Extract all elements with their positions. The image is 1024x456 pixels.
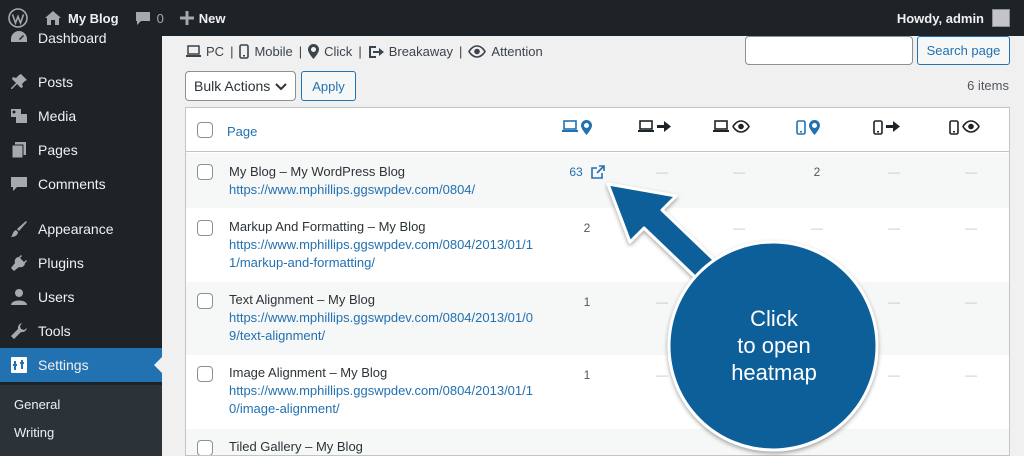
table-header: Page — [186, 108, 1009, 152]
sidebar-item-dashboard[interactable]: Dashboard — [0, 21, 162, 55]
pc-breakaway-icon[interactable] — [624, 120, 684, 133]
admin-sidebar: Dashboard Posts Media Pages Comments App… — [0, 30, 162, 456]
mobile-breakaway-icon[interactable] — [856, 120, 916, 135]
sidebar-item-comments[interactable]: Comments — [0, 167, 162, 201]
page-url-link[interactable]: https://www.mphillips.ggswpdev.com/0804/… — [229, 309, 539, 345]
filter-breakaway[interactable]: Breakaway — [368, 44, 453, 59]
sidebar-item-media[interactable]: Media — [0, 99, 162, 133]
device-filter-bar: PC | Mobile | Click | Breakaway | Attent… — [186, 44, 543, 59]
filter-pc[interactable]: PC — [186, 44, 224, 59]
settings-icon — [0, 356, 38, 374]
sidebar-item-pages[interactable]: Pages — [0, 133, 162, 167]
sidebar-item-settings[interactable]: Settings — [0, 348, 162, 382]
filter-click[interactable]: Click — [308, 44, 352, 59]
select-all-checkbox[interactable] — [197, 122, 213, 138]
table-row: Tiled Gallery – My Blog — [186, 429, 1009, 455]
page-url-link[interactable]: https://www.mphillips.ggswpdev.com/0804/… — [229, 236, 539, 272]
search-page-button[interactable]: Search page — [917, 36, 1010, 65]
plug-icon — [0, 254, 38, 272]
table-row: Text Alignment – My Blog https://www.mph… — [186, 282, 1009, 355]
open-heatmap-link[interactable]: 63 — [557, 165, 617, 179]
pc-attention-icon[interactable] — [701, 120, 761, 133]
main-content: PC | Mobile | Click | Breakaway | Attent… — [162, 36, 1024, 456]
table-row: Image Alignment – My Blog https://www.mp… — [186, 355, 1009, 429]
sidebar-item-tools[interactable]: Tools — [0, 314, 162, 348]
howdy-text: Howdy, admin — [896, 10, 984, 26]
sidebar-item-posts[interactable]: Posts — [0, 65, 162, 99]
row-checkbox[interactable] — [197, 366, 213, 382]
eye-icon — [468, 45, 487, 58]
laptop-icon — [186, 45, 201, 57]
submenu-item-writing[interactable]: Writing — [14, 425, 54, 440]
sidebar-item-label: Posts — [38, 74, 74, 90]
apply-button[interactable]: Apply — [301, 71, 356, 101]
page-column-header[interactable]: Page — [227, 124, 257, 139]
sidebar-item-label: Users — [38, 289, 75, 305]
sidebar-item-label: Dashboard — [38, 30, 107, 46]
heatmap-pages-table: Page My Blog – My WordPress Blog https:/… — [185, 107, 1010, 456]
sidebar-item-plugins[interactable]: Plugins — [0, 246, 162, 280]
sidebar-item-appearance[interactable]: Appearance — [0, 212, 162, 246]
row-checkbox[interactable] — [197, 164, 213, 180]
mobile-icon — [239, 44, 250, 59]
sidebar-item-users[interactable]: Users — [0, 280, 162, 314]
sidebar-item-label: Plugins — [38, 255, 84, 271]
media-icon — [0, 107, 38, 125]
filter-mobile[interactable]: Mobile — [239, 44, 293, 59]
row-checkbox[interactable] — [197, 293, 213, 309]
wrench-icon — [0, 322, 38, 340]
page-title: My Blog – My WordPress Blog — [229, 164, 406, 179]
row-checkbox[interactable] — [197, 440, 213, 455]
pin-icon — [0, 73, 38, 91]
my-account-link[interactable]: Howdy, admin — [889, 0, 1018, 36]
sidebar-item-label: Settings — [38, 357, 89, 373]
submenu-item-general[interactable]: General — [14, 397, 60, 412]
exit-icon — [368, 45, 384, 58]
avatar — [992, 9, 1010, 27]
row-checkbox[interactable] — [197, 220, 213, 236]
user-icon — [0, 288, 38, 306]
sidebar-item-label: Tools — [38, 323, 71, 339]
page-title: Image Alignment – My Blog — [229, 365, 388, 380]
new-content-link[interactable]: New — [172, 0, 234, 36]
sidebar-item-label: Media — [38, 108, 77, 124]
comment-icon — [0, 175, 38, 193]
settings-submenu: General Writing — [0, 385, 162, 456]
plus-icon — [179, 11, 194, 25]
brush-icon — [0, 220, 38, 238]
page-title: Tiled Gallery – My Blog — [229, 439, 363, 454]
bulk-actions-select[interactable]: Bulk Actions — [185, 71, 296, 101]
pages-icon — [0, 141, 38, 159]
item-count: 6 items — [967, 78, 1009, 93]
search-input[interactable] — [745, 36, 913, 65]
page-title: Text Alignment – My Blog — [229, 292, 375, 307]
table-row: Markup And Formatting – My Blog https://… — [186, 208, 1009, 282]
sidebar-item-label: Pages — [38, 142, 78, 158]
page-url-link[interactable]: https://www.mphillips.ggswpdev.com/0804/… — [229, 382, 539, 418]
filter-attention[interactable]: Attention — [468, 44, 543, 59]
table-row: My Blog – My WordPress Blog https://www.… — [186, 153, 1009, 208]
new-label: New — [198, 10, 226, 26]
external-link-icon — [590, 165, 605, 179]
pc-click-icon[interactable] — [547, 120, 607, 135]
mobile-click-icon[interactable] — [778, 120, 838, 135]
dashboard-icon — [0, 29, 38, 47]
sidebar-item-label: Appearance — [38, 221, 114, 237]
mobile-attention-icon[interactable] — [934, 120, 994, 135]
page-title: Markup And Formatting – My Blog — [229, 219, 426, 234]
location-pin-icon — [308, 44, 320, 59]
page-url-link[interactable]: https://www.mphillips.ggswpdev.com/0804/ — [229, 181, 539, 199]
chevron-down-icon — [275, 83, 287, 91]
sidebar-item-label: Comments — [38, 176, 106, 192]
